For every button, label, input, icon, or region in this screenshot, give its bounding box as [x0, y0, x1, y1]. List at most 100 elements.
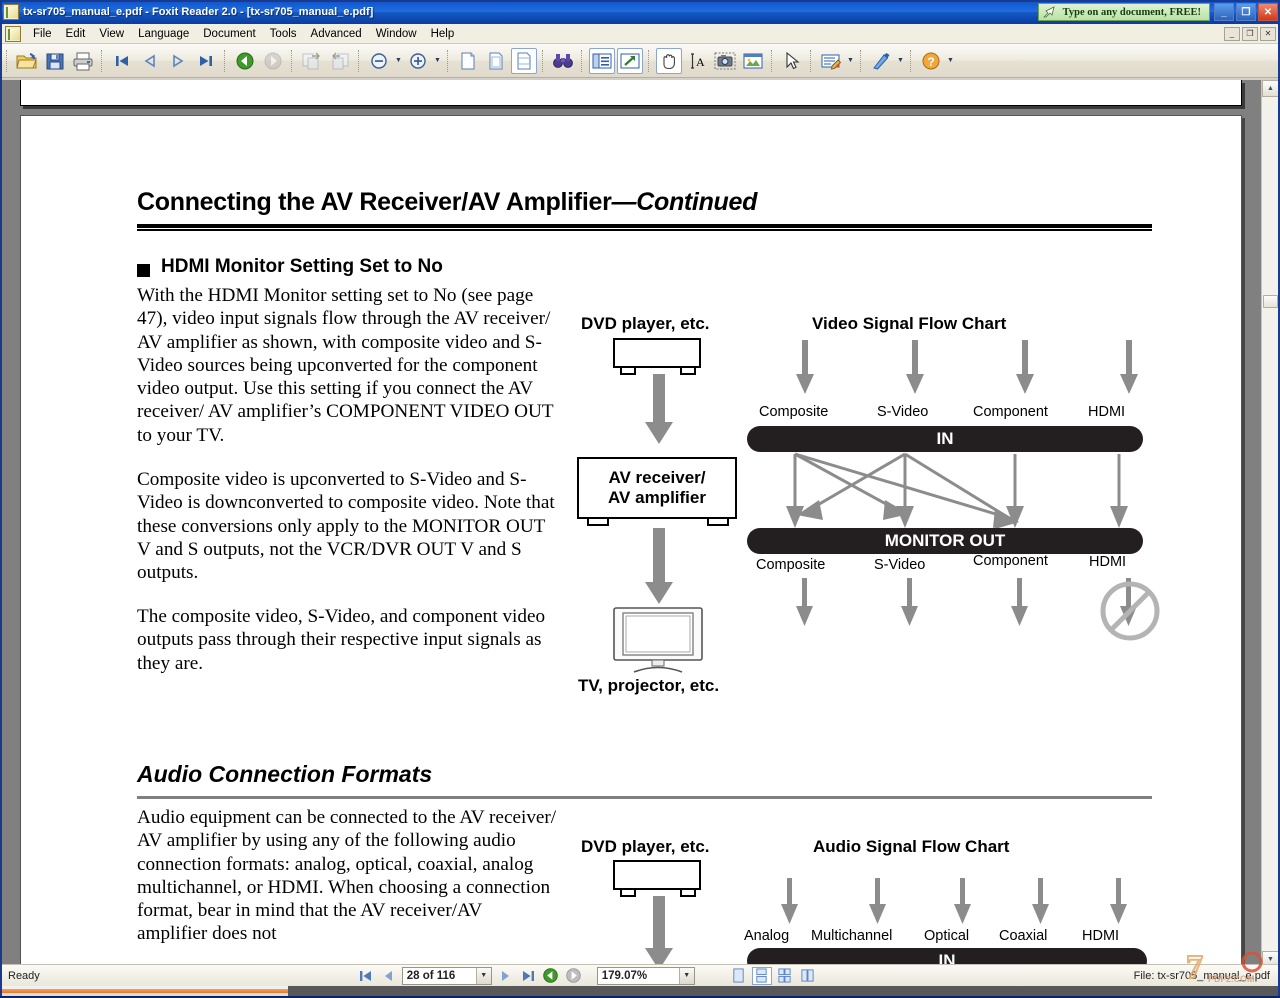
insert-pages-button[interactable]	[299, 48, 325, 74]
next-page-icon	[173, 54, 184, 67]
zoom-level-combo[interactable]: 179.07% ▼	[596, 966, 695, 985]
mdi-minimize-button[interactable]: _	[1224, 26, 1240, 41]
printer-icon	[73, 52, 93, 70]
maximize-button[interactable]: ❐	[1236, 3, 1256, 21]
help-dropdown-arrow[interactable]: ▼	[945, 48, 956, 74]
paragraph-2-text: Composite video is upconverted to S-Vide…	[137, 469, 555, 584]
status-previous-view-button[interactable]	[541, 967, 561, 985]
pdf-page[interactable]: Connecting the AV Receiver/AV Amplifier—…	[20, 115, 1242, 968]
status-previous-page-button[interactable]	[379, 967, 399, 985]
zoom-level-value: 179.07%	[601, 969, 648, 982]
drawing-tools-dropdown-arrow[interactable]: ▼	[895, 48, 906, 74]
status-last-page-button[interactable]	[518, 967, 538, 985]
chevron-down-icon[interactable]: ▼	[475, 967, 491, 984]
page-actual-icon	[461, 52, 475, 69]
section-bullet-icon	[137, 264, 150, 277]
next-view-button[interactable]	[260, 48, 286, 74]
audio-in-arrows	[781, 878, 1127, 924]
status-next-view-button[interactable]	[564, 967, 584, 985]
continuous-view-button[interactable]	[751, 966, 772, 985]
av-receiver-box: AV receiver/AV amplifier	[577, 457, 737, 519]
menu-advanced[interactable]: Advanced	[304, 26, 369, 42]
pdf-page-content: Connecting the AV Receiver/AV Amplifier—…	[21, 116, 1241, 968]
paragraph-3-text: The composite video, S-Video, and compon…	[137, 606, 546, 674]
first-page-button[interactable]	[109, 48, 135, 74]
menu-file[interactable]: File	[26, 26, 59, 42]
main-toolbar: ▼ ▼ A ▼ ▼ ? ▼	[0, 44, 1280, 78]
menu-tools[interactable]: Tools	[263, 26, 304, 42]
previous-page-button[interactable]	[137, 48, 163, 74]
menu-language[interactable]: Language	[131, 26, 196, 42]
arrow-receiver-to-tv	[645, 528, 673, 604]
find-button[interactable]	[550, 48, 576, 74]
vertical-scrollbar[interactable]: ▲ ▼	[1261, 80, 1278, 968]
image-tool-button[interactable]	[740, 48, 766, 74]
last-page-button[interactable]	[193, 48, 219, 74]
zoom-out-dropdown-arrow[interactable]: ▼	[393, 48, 404, 74]
bookmarks-panel-button[interactable]	[589, 47, 615, 74]
delete-pages-button[interactable]	[327, 48, 353, 74]
toolbar-separator	[447, 49, 450, 72]
print-button[interactable]	[70, 48, 96, 74]
close-button[interactable]: ✕	[1258, 3, 1278, 21]
video-source-label: DVD player, etc.	[581, 314, 710, 333]
scrollbar-thumb[interactable]	[1263, 295, 1278, 308]
open-link-button[interactable]	[617, 47, 643, 74]
next-page-button[interactable]	[165, 48, 191, 74]
menu-window[interactable]: Window	[369, 26, 424, 42]
drawing-tools-button[interactable]	[868, 48, 894, 74]
typewriter-button[interactable]	[818, 48, 844, 74]
menu-edit[interactable]: Edit	[59, 26, 93, 42]
promo-banner[interactable]: Type on any document, FREE!	[1037, 3, 1210, 21]
first-page-icon	[116, 55, 128, 66]
fit-page-button[interactable]	[483, 48, 509, 74]
document-view[interactable]: Connecting the AV Receiver/AV Amplifier—…	[2, 80, 1278, 968]
hand-tool-button[interactable]	[656, 47, 682, 74]
dvd-player-illustration	[613, 338, 701, 368]
back-green-icon	[543, 968, 558, 983]
dvd-player-foot-right	[680, 368, 696, 375]
zoom-in-button[interactable]	[405, 48, 431, 74]
zoom-out-button[interactable]	[366, 48, 392, 74]
back-green-icon	[236, 52, 254, 69]
single-page-view-button[interactable]	[729, 967, 749, 985]
typewriter-dropdown-arrow[interactable]: ▼	[845, 48, 856, 74]
menu-document[interactable]: Document	[196, 26, 262, 42]
typewriter-icon	[821, 54, 842, 70]
open-file-button[interactable]	[14, 48, 40, 74]
status-next-page-button[interactable]	[495, 967, 515, 985]
toolbar-separator	[6, 49, 9, 72]
binoculars-icon	[553, 53, 573, 68]
select-text-button[interactable]: A	[684, 48, 710, 74]
audio-chart-title: Audio Signal Flow Chart	[813, 837, 1010, 856]
scroll-up-button[interactable]: ▲	[1262, 80, 1278, 97]
audio-dvd-player-illustration	[613, 860, 701, 890]
continuous-facing-view-button[interactable]	[798, 967, 818, 985]
minimize-button[interactable]: _	[1214, 3, 1234, 21]
save-button[interactable]	[42, 48, 68, 74]
fit-width-button[interactable]	[511, 47, 537, 74]
menu-help[interactable]: Help	[424, 26, 462, 42]
menu-view[interactable]: View	[92, 26, 131, 42]
previous-view-button[interactable]	[232, 48, 258, 74]
mdi-restore-button[interactable]: ❐	[1242, 26, 1258, 41]
last-page-icon	[200, 55, 212, 66]
snapshot-button[interactable]	[712, 48, 738, 74]
zoom-in-dropdown-arrow[interactable]: ▼	[432, 48, 443, 74]
page-title-continued: —Continued	[611, 188, 758, 216]
page-title: Connecting the AV Receiver/AV Amplifier—…	[137, 188, 757, 217]
facing-view-button[interactable]	[775, 967, 795, 985]
video-conversion-arrows	[786, 452, 1128, 529]
av-receiver-foot-left	[587, 519, 609, 526]
mdi-close-button[interactable]: ✕	[1260, 26, 1276, 41]
paragraph-2: Composite video is upconverted to S-Vide…	[137, 468, 557, 588]
help-button[interactable]: ?	[918, 48, 944, 74]
chevron-down-icon[interactable]: ▼	[678, 967, 694, 984]
page-number-combo[interactable]: 28 of 116 ▼	[401, 966, 492, 985]
first-page-icon	[359, 970, 371, 981]
status-first-page-button[interactable]	[356, 967, 376, 985]
select-object-button[interactable]	[779, 48, 805, 74]
toolbar-separator	[224, 49, 227, 72]
audio-dvd-foot-left	[620, 890, 636, 897]
actual-size-button[interactable]	[455, 48, 481, 74]
